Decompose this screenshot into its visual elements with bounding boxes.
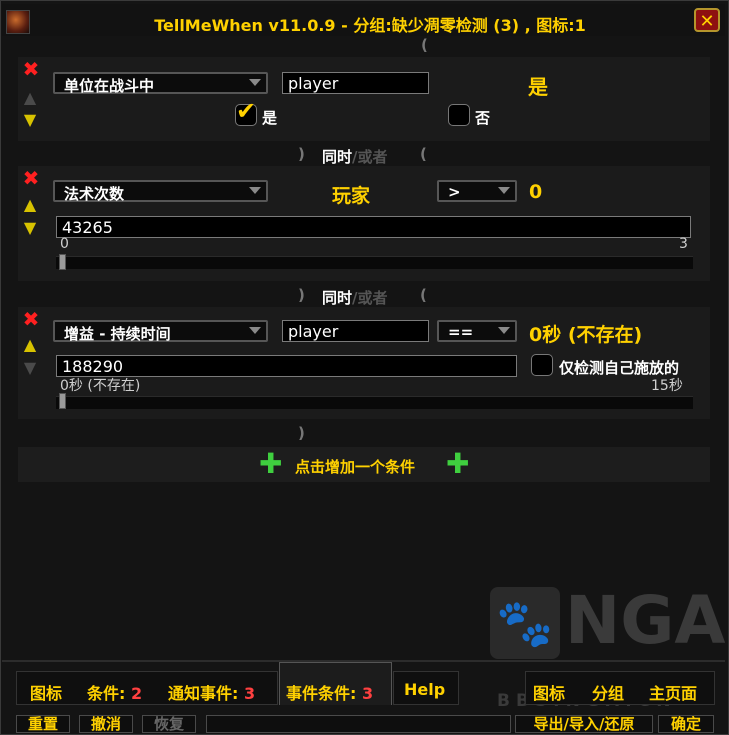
tab-event-conditions[interactable]: 事件条件: 3 bbox=[286, 680, 373, 704]
chevron-down-icon bbox=[498, 327, 510, 334]
move-down-arrow-icon[interactable]: ▼ bbox=[22, 220, 38, 236]
or-label: 或者 bbox=[357, 289, 388, 307]
and-label: 同时 bbox=[322, 289, 353, 307]
condition-1-result: 是 bbox=[528, 75, 548, 99]
chevron-down-icon bbox=[498, 187, 510, 194]
and-or-toggle-2[interactable]: 同时/或者 bbox=[322, 287, 388, 308]
tab-count: 3 bbox=[243, 684, 256, 703]
window-title: TellMeWhen v11.0.9 - 分组:缺少凋零检测 (3) , 图标:… bbox=[154, 16, 586, 35]
dropdown-label: 法术次数 bbox=[64, 185, 125, 203]
condition-1-yes-checkbox[interactable]: ✔ bbox=[235, 97, 257, 126]
condition-2-spell-input[interactable]: 43265 bbox=[56, 216, 691, 238]
condition-3-operator-dropdown[interactable]: == bbox=[437, 320, 517, 342]
unit-value: player bbox=[288, 74, 339, 93]
tab-label: 事件条件: bbox=[286, 684, 357, 703]
or-label: 或者 bbox=[357, 148, 388, 166]
and-or-toggle-1[interactable]: 同时/或者 bbox=[322, 146, 388, 167]
operator-label: == bbox=[448, 323, 474, 341]
slider-thumb[interactable] bbox=[59, 393, 66, 409]
export-import-restore-button[interactable]: 导出/导入/还原 bbox=[515, 715, 653, 733]
close-paren[interactable]: ) bbox=[298, 424, 305, 442]
move-down-arrow-icon[interactable]: ▼ bbox=[22, 112, 38, 128]
window-icon bbox=[6, 10, 30, 34]
slider-thumb[interactable] bbox=[59, 254, 66, 270]
undo-button[interactable]: 撤消 bbox=[79, 715, 133, 733]
paw-logo-icon: 🐾 bbox=[490, 587, 560, 659]
condition-3-spell-input[interactable]: 188290 bbox=[56, 355, 517, 377]
open-paren[interactable]: ( bbox=[420, 145, 427, 163]
open-paren[interactable]: ( bbox=[420, 286, 427, 304]
move-up-arrow-icon[interactable]: ▲ bbox=[22, 337, 38, 353]
plus-icon: ✚ bbox=[446, 447, 470, 480]
move-up-arrow-icon[interactable]: ▲ bbox=[22, 197, 38, 213]
slider-min-label: 0 bbox=[60, 236, 69, 252]
tab-count: 3 bbox=[361, 684, 374, 703]
condition-3-unit-input[interactable]: player bbox=[282, 320, 429, 342]
condition-2-type-dropdown[interactable]: 法术次数 bbox=[53, 180, 268, 203]
condition-1-panel bbox=[18, 57, 710, 141]
and-label: 同时 bbox=[322, 148, 353, 166]
no-label: 否 bbox=[475, 109, 491, 127]
slider-max-label: 15秒 bbox=[651, 378, 683, 394]
tab-notifications[interactable]: 通知事件: 3 bbox=[168, 680, 255, 704]
condition-2-operator-dropdown[interactable]: > bbox=[437, 180, 517, 202]
open-paren[interactable]: ( bbox=[421, 36, 428, 54]
close-paren[interactable]: ) bbox=[298, 286, 305, 304]
delete-condition-1-icon[interactable]: ✖ bbox=[22, 59, 40, 79]
ok-button[interactable]: 确定 bbox=[658, 715, 714, 733]
watermark-logo: NGA bbox=[565, 582, 726, 659]
condition-1-unit-input[interactable]: player bbox=[282, 72, 429, 94]
tab-count: 2 bbox=[130, 684, 143, 703]
move-down-arrow-icon: ▼ bbox=[23, 358, 37, 377]
tab-main-page[interactable]: 主页面 bbox=[649, 680, 697, 704]
close-button[interactable]: ✕ bbox=[694, 8, 720, 32]
condition-2-value: 0 bbox=[529, 181, 543, 203]
delete-condition-2-icon[interactable]: ✖ bbox=[22, 168, 40, 188]
dropdown-label: 增益 - 持续时间 bbox=[64, 325, 171, 343]
tab-help[interactable]: Help bbox=[404, 680, 445, 699]
condition-3-type-dropdown[interactable]: 增益 - 持续时间 bbox=[53, 320, 268, 343]
yes-label: 是 bbox=[262, 109, 278, 127]
condition-2-unit-label: 玩家 bbox=[332, 185, 371, 207]
plus-icon: ✚ bbox=[259, 447, 283, 480]
chevron-down-icon bbox=[249, 79, 261, 86]
condition-2-slider[interactable] bbox=[56, 256, 693, 269]
reset-button[interactable]: 重置 bbox=[16, 715, 70, 733]
close-paren[interactable]: ) bbox=[298, 145, 305, 163]
redo-button[interactable]: 恢复 bbox=[142, 715, 196, 733]
tab-conditions[interactable]: 条件: 2 bbox=[87, 680, 142, 704]
tab-group[interactable]: 分组 bbox=[592, 680, 624, 704]
move-up-arrow-icon: ▲ bbox=[23, 88, 37, 107]
chevron-down-icon bbox=[249, 187, 261, 194]
tab-label: 通知事件: bbox=[168, 684, 239, 703]
slider-min-label: 0秒 (不存在) bbox=[60, 378, 141, 394]
tab-icon[interactable]: 图标 bbox=[30, 680, 62, 704]
add-condition-label: 点击增加一个条件 bbox=[295, 458, 416, 476]
tab-label: 条件: bbox=[87, 684, 126, 703]
condition-3-slider[interactable] bbox=[56, 396, 693, 409]
slider-max-label: 3 bbox=[679, 236, 688, 252]
only-mine-checkbox[interactable] bbox=[531, 354, 553, 376]
chevron-down-icon bbox=[249, 327, 261, 334]
status-field bbox=[206, 715, 511, 733]
condition-1-no-checkbox[interactable] bbox=[448, 104, 470, 126]
tab-icon-right[interactable]: 图标 bbox=[533, 680, 565, 704]
spell-value: 43265 bbox=[62, 218, 113, 237]
unit-value: player bbox=[288, 322, 339, 341]
condition-1-type-dropdown[interactable]: 单位在战斗中 bbox=[53, 72, 268, 95]
dropdown-label: 单位在战斗中 bbox=[64, 77, 155, 95]
delete-condition-3-icon[interactable]: ✖ bbox=[22, 309, 40, 329]
checkmark-icon: ✔ bbox=[236, 97, 257, 125]
operator-label: > bbox=[448, 183, 461, 201]
condition-3-value: 0秒 (不存在) bbox=[529, 324, 643, 346]
spell-value: 188290 bbox=[62, 357, 124, 376]
